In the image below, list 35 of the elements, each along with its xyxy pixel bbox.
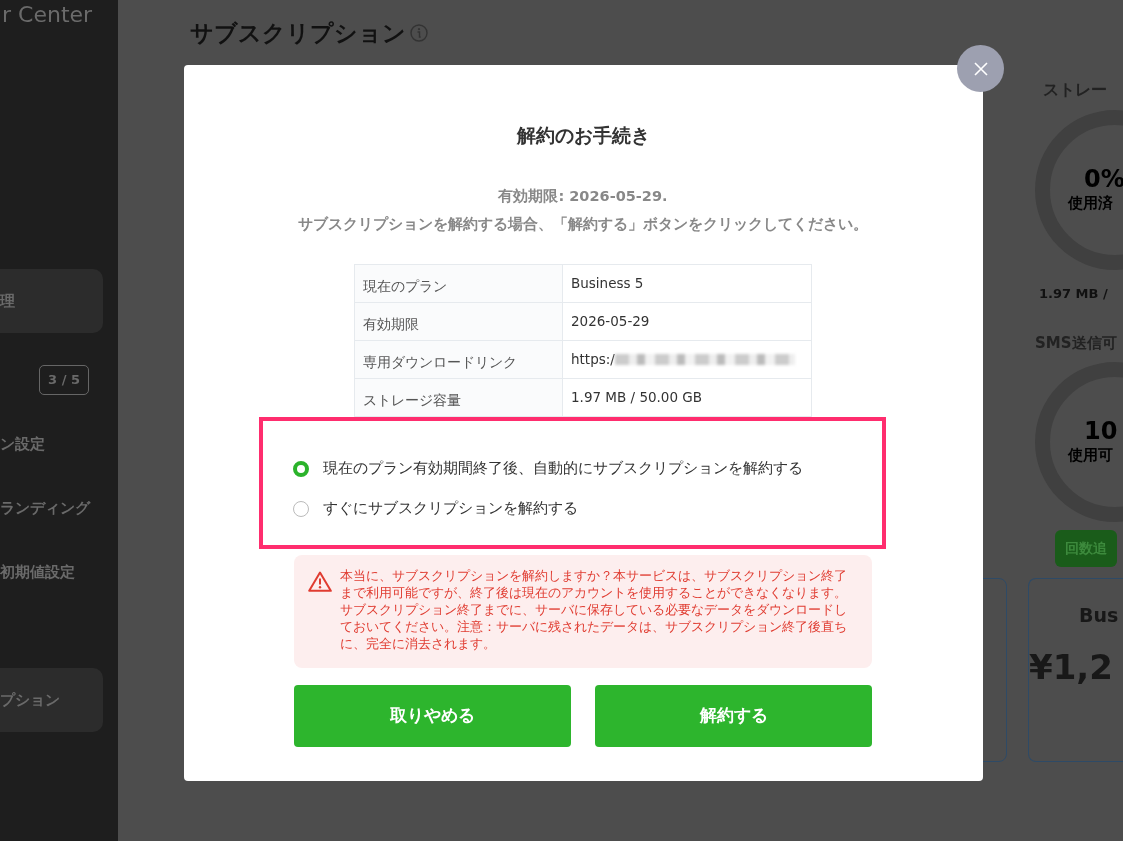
info-icon[interactable] [410, 24, 428, 43]
table-cell: 有効期限 [354, 302, 563, 340]
option-label[interactable]: 現在のプラン有効期間終了後、自動的にサブスクリプションを解約する [323, 457, 803, 480]
sidebar-item[interactable]: 3 / 5 [0, 348, 103, 412]
table-cell: Business 5 [562, 264, 812, 302]
instruction-text: サブスクリプションを解約する場合、「解約する」ボタンをクリックしてください。 [297, 214, 869, 234]
table-cell: ストレージ容量 [354, 378, 563, 416]
sidebar-item[interactable]: ランディング [0, 476, 103, 540]
confirm-button[interactable]: 解約する [595, 684, 872, 747]
expiry-note: 有効期限: 2026-05-29. [497, 186, 669, 206]
table-cell: 1.97 MB / 50.00 GB [562, 378, 812, 416]
cancel-button[interactable]: 取りやめる [294, 684, 571, 747]
table-cell: 2026-05-29 [562, 302, 812, 340]
table-cell: https:/ [562, 340, 812, 378]
gauge-value: 10 [1084, 417, 1119, 444]
warning-icon [308, 570, 332, 592]
sidebar-item[interactable]: ン設定 [0, 412, 103, 476]
radio-button[interactable] [293, 460, 309, 477]
brand-name: r Center [2, 1, 94, 26]
sidebar-item[interactable]: 理 [0, 269, 103, 333]
close-button[interactable] [957, 45, 1004, 92]
close-icon [972, 60, 989, 77]
usage-text: 1.97 MB / [1039, 285, 1109, 303]
option-label[interactable]: すぐにサブスクリプションを解約する [323, 497, 578, 520]
warning-text: 本当に、サブスクリプションを解約しますか？本サービスは、サブスクリプション終了まで利用可能ですが、終了後は現在のアカウントを使用することができなくなります。サブスクリプション終了までに、サーバに保存している必要なデータをダウンロードしておいてください。注意：サーバに残されたデータは、サブスクリプション終了後直ちに、完全に消去されます。 [340, 566, 848, 652]
gauge-caption: 使用可 [1068, 444, 1114, 466]
gauge-caption: 使用済 [1068, 192, 1114, 214]
radio-button[interactable] [293, 500, 309, 517]
table-cell: 専用ダウンロードリンク [354, 340, 563, 378]
sidebar-item[interactable]: プション [0, 668, 103, 732]
modal-title: 解約のお手続き [515, 123, 651, 148]
sidebar-item[interactable]: 初期値設定 [0, 540, 103, 604]
count-badge: 3 / 5 [39, 365, 89, 395]
page-title: サブスクリプション [190, 19, 406, 48]
table-cell: 現在のプラン [354, 264, 563, 302]
